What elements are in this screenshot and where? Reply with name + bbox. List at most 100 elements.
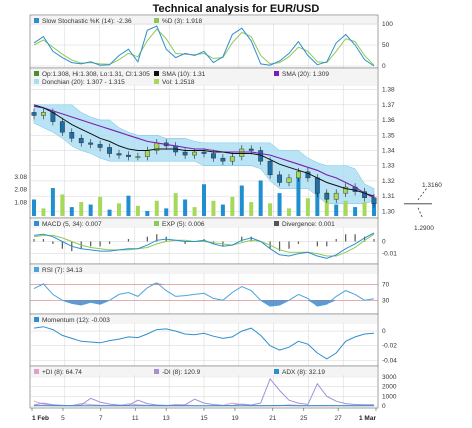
candle-body xyxy=(97,144,103,148)
volume-bar xyxy=(126,195,131,216)
mom-tick-label: 0 xyxy=(382,328,386,335)
volume-bar xyxy=(305,198,310,216)
candle-body xyxy=(248,148,254,151)
volume-bar xyxy=(50,188,55,216)
volume-bar xyxy=(107,209,112,216)
volume-bar xyxy=(183,199,188,216)
price-legend-swatch xyxy=(274,71,279,76)
volume-bar xyxy=(287,208,291,216)
mom-tick-label: -0.02 xyxy=(382,343,397,350)
macd-legend-text: EXP (5): 0.006 xyxy=(162,221,205,228)
candle-body xyxy=(267,160,273,176)
price-tick-label: 1.31 xyxy=(382,193,395,200)
x-axis-label: 21 xyxy=(269,415,277,422)
rsi-tick-label: 70 xyxy=(382,282,390,289)
macd-legend-text: MACD (5, 34): 0.007 xyxy=(42,221,102,228)
candle-body xyxy=(277,174,282,183)
dmi-tick-label: 1000 xyxy=(382,393,397,400)
volume-bar xyxy=(173,193,178,216)
volume-bar xyxy=(135,205,140,216)
volume-bar xyxy=(192,207,197,216)
price-legend-text: Op:1.308, Hi:1.308, Lo:1.31, Cl:1.305 xyxy=(42,71,150,78)
rsi-legend-bg xyxy=(31,265,377,274)
price-legend-text: SMA (10): 1.31 xyxy=(162,71,206,78)
candle-body xyxy=(220,157,226,162)
macd-tick-label: -0.01 xyxy=(382,251,397,258)
annotation-lower-target: 1.2900 xyxy=(414,225,434,232)
candle-body xyxy=(314,177,320,194)
volume-bar xyxy=(277,193,282,216)
annotation-down-arrow xyxy=(417,207,424,219)
dmi-tick-label: 0 xyxy=(382,403,386,410)
price-tick-label: 1.33 xyxy=(382,163,395,170)
candle-body xyxy=(201,151,207,154)
x-axis-label: 11 xyxy=(132,415,139,422)
price-tick-label: 1.34 xyxy=(382,148,395,155)
macd-tick-label: 0 xyxy=(382,238,386,245)
price-legend-swatch xyxy=(154,71,159,76)
mom-legend-swatch xyxy=(34,317,39,322)
candle-body xyxy=(371,197,377,205)
volume-tick-label: 3.08 xyxy=(14,174,27,181)
dmi-legend-swatch xyxy=(34,369,39,374)
volume-bar xyxy=(145,210,150,216)
candle-body xyxy=(88,142,94,145)
rsi-tick-label: 30 xyxy=(382,297,390,304)
mom-tick-label: -0.04 xyxy=(382,357,397,364)
price-tick-label: 1.35 xyxy=(382,132,395,139)
candle-body xyxy=(192,151,197,156)
dmi-tick-label: 2000 xyxy=(382,384,397,391)
price-tick-label: 1.36 xyxy=(382,117,395,124)
x-axis-label: 27 xyxy=(335,415,343,422)
macd-legend-text: Divergence: 0.001 xyxy=(282,221,335,228)
dmi-tick-label: 3000 xyxy=(382,374,397,381)
candle-body xyxy=(116,153,122,156)
dmi-legend-swatch xyxy=(274,369,279,374)
volume-bar xyxy=(88,204,93,216)
candle-body xyxy=(107,147,112,154)
candle-body xyxy=(78,138,84,144)
technical-chart: Forex4youSlow Stochastic %K (14): -2.36%… xyxy=(14,14,442,422)
x-axis-label: 1 Mar xyxy=(359,415,376,422)
candle-body xyxy=(182,151,188,156)
price-tick-label: 1.38 xyxy=(382,87,395,94)
stoch-legend-swatch xyxy=(154,18,159,23)
volume-bar xyxy=(220,204,225,216)
volume-bar xyxy=(296,177,301,216)
dmi-legend-text: ADX (8): 32.19 xyxy=(282,369,325,376)
volume-bar xyxy=(353,207,358,216)
dmi-legend-text: +DI (8): 64.74 xyxy=(42,369,82,376)
price-legend-swatch xyxy=(34,71,39,76)
x-axis-label: 5 xyxy=(61,415,65,422)
candle-body xyxy=(41,112,46,116)
x-axis-label: 13 xyxy=(163,415,171,422)
macd-legend-swatch xyxy=(274,221,279,226)
candle-body xyxy=(296,171,301,179)
macd-legend-swatch xyxy=(154,221,159,226)
dmi-legend-text: -DI (8): 120.9 xyxy=(162,369,201,376)
candle-body xyxy=(333,192,339,200)
volume-bar xyxy=(239,185,244,216)
candle-body xyxy=(229,156,235,162)
volume-bar xyxy=(249,202,254,216)
volume-tick-label: 1.08 xyxy=(14,199,27,206)
macd-legend-swatch xyxy=(34,221,39,226)
volume-bar xyxy=(32,199,36,216)
dmi-legend-swatch xyxy=(154,369,159,374)
stoch-tick-label: 50 xyxy=(382,42,390,49)
volume-bar xyxy=(202,184,206,216)
volume-bar xyxy=(117,203,121,216)
x-axis-label: 15 xyxy=(200,415,208,422)
volume-bar xyxy=(230,196,235,216)
candle-body xyxy=(59,121,65,133)
x-axis-label: 25 xyxy=(300,415,308,422)
candle-body xyxy=(31,112,37,116)
price-tick-label: 1.30 xyxy=(382,208,395,215)
candle-body xyxy=(211,153,216,159)
volume-bar xyxy=(164,208,169,216)
volume-bar xyxy=(268,203,273,216)
rsi-legend-swatch xyxy=(34,267,39,272)
volume-bar xyxy=(60,194,65,216)
volume-bar xyxy=(41,208,46,216)
candle-body xyxy=(239,148,245,157)
